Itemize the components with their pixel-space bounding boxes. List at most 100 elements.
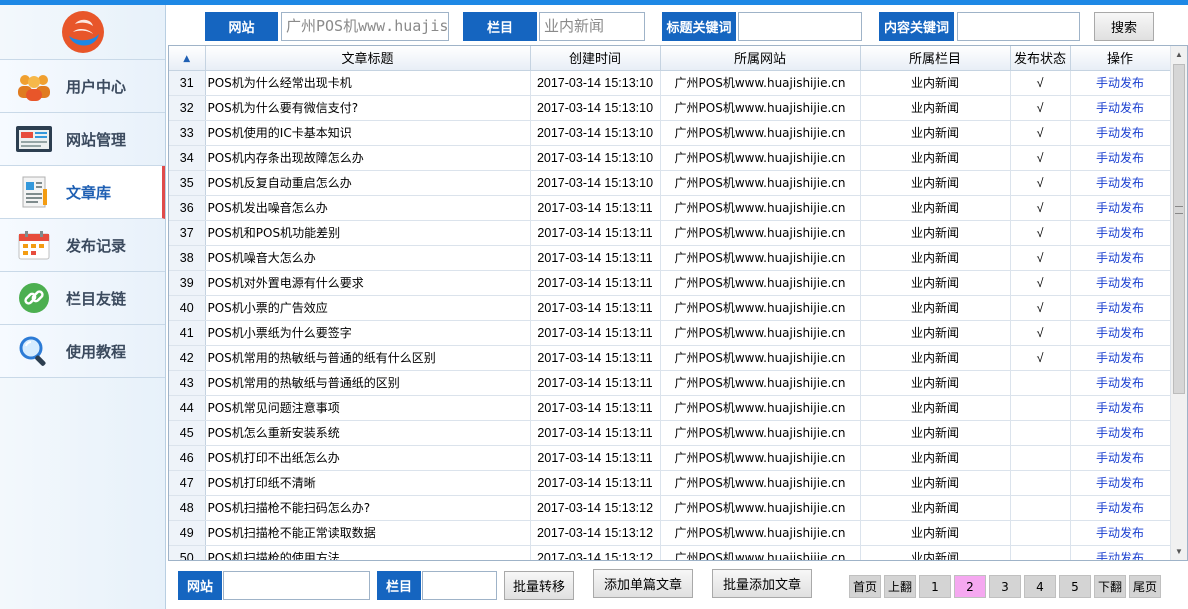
created-time: 2017-03-14 15:13:11 (530, 295, 661, 321)
created-time: 2017-03-14 15:13:11 (530, 195, 661, 221)
table-row[interactable]: 35 POS机反复自动重启怎么办 2017-03-14 15:13:10 广州POS机… (169, 170, 1171, 196)
page-1-button[interactable]: 1 (919, 575, 951, 598)
header-column[interactable]: 所属栏目 (860, 46, 1011, 71)
scroll-thumb[interactable] (1173, 64, 1185, 394)
table-row[interactable]: 31 POS机为什么经常出现卡机 2017-03-14 15:13:10 广州POS机… (169, 70, 1171, 96)
page-4-button[interactable]: 4 (1024, 575, 1056, 598)
article-title: POS机和POS机功能差别 (205, 220, 531, 246)
table-row[interactable]: 38 POS机噪音大怎么办 2017-03-14 15:13:11 广州POS机www… (169, 245, 1171, 271)
table-row[interactable]: 33 POS机使用的IC卡基本知识 2017-03-14 15:13:10 广州POS… (169, 120, 1171, 146)
row-number: 49 (169, 520, 206, 546)
content-keyword-input[interactable] (957, 12, 1080, 41)
publish-status: √ (1010, 295, 1071, 321)
manual-publish-link[interactable]: 手动发布 (1070, 245, 1171, 271)
sidebar-item-user-center[interactable]: 用户中心 (0, 60, 165, 113)
sidebar-item-publish-record[interactable]: 发布记录 (0, 219, 165, 272)
sidebar-item-article-library[interactable]: 文章库 (0, 166, 165, 219)
table-row[interactable]: 45 POS机怎么重新安装系统 2017-03-14 15:13:11 广州POS机w… (169, 420, 1171, 446)
title-keyword-input[interactable] (738, 12, 862, 41)
table-row[interactable]: 37 POS机和POS机功能差别 2017-03-14 15:13:11 广州POS机… (169, 220, 1171, 246)
scroll-up-icon[interactable]: ▲ (1171, 46, 1187, 63)
manual-publish-link[interactable]: 手动发布 (1070, 120, 1171, 146)
page-prev-button[interactable]: 上翻 (884, 575, 916, 598)
table-row[interactable]: 34 POS机内存条出现故障怎么办 2017-03-14 15:13:10 广州POS… (169, 145, 1171, 171)
table-row[interactable]: 46 POS机打印不出纸怎么办 2017-03-14 15:13:11 广州POS机w… (169, 445, 1171, 471)
manual-publish-link[interactable]: 手动发布 (1070, 545, 1171, 560)
article-title: POS机噪音大怎么办 (205, 245, 531, 271)
manual-publish-link[interactable]: 手动发布 (1070, 220, 1171, 246)
sidebar-item-website-management[interactable]: 网站管理 (0, 113, 165, 166)
header-created-time[interactable]: 创建时间 (530, 46, 661, 71)
article-title: POS机为什么要有微信支付? (205, 95, 531, 121)
manual-publish-link[interactable]: 手动发布 (1070, 70, 1171, 96)
header-title[interactable]: 文章标题 (205, 46, 531, 71)
manual-publish-link[interactable]: 手动发布 (1070, 345, 1171, 371)
created-time: 2017-03-14 15:13:11 (530, 345, 661, 371)
created-time: 2017-03-14 15:13:11 (530, 220, 661, 246)
table-row[interactable]: 48 POS机扫描枪不能扫码怎么办? 2017-03-14 15:13:12 广州PO… (169, 495, 1171, 521)
site-name: 广州POS机www.huajishijie.cn (660, 245, 861, 271)
manual-publish-link[interactable]: 手动发布 (1070, 170, 1171, 196)
manual-publish-link[interactable]: 手动发布 (1070, 195, 1171, 221)
add-single-article-button[interactable]: 添加单篇文章 (593, 569, 693, 598)
publish-status (1010, 520, 1071, 546)
manual-publish-link[interactable]: 手动发布 (1070, 520, 1171, 546)
logo-icon (61, 11, 104, 53)
table-row[interactable]: 44 POS机常见问题注意事项 2017-03-14 15:13:11 广州POS机w… (169, 395, 1171, 421)
article-title: POS机发出噪音怎么办 (205, 195, 531, 221)
manual-publish-link[interactable]: 手动发布 (1070, 370, 1171, 396)
manual-publish-link[interactable]: 手动发布 (1070, 470, 1171, 496)
header-status[interactable]: 发布状态 (1010, 46, 1071, 71)
header-site[interactable]: 所属网站 (660, 46, 861, 71)
sort-toggle[interactable]: ▲ (169, 46, 206, 71)
created-time: 2017-03-14 15:13:10 (530, 145, 661, 171)
sidebar-item-tutorial[interactable]: 使用教程 (0, 325, 165, 378)
search-button[interactable]: 搜索 (1094, 12, 1154, 41)
article-table: ▲ 文章标题 创建时间 所属网站 所属栏目 发布状态 操作 31 POS机为什么经… (168, 45, 1188, 561)
article-title: POS机小票纸为什么要签字 (205, 320, 531, 346)
batch-move-button[interactable]: 批量转移 (504, 571, 574, 600)
table-row[interactable]: 40 POS机小票的广告效应 2017-03-14 15:13:11 广州POS机ww… (169, 295, 1171, 321)
table-row[interactable]: 47 POS机打印纸不清晰 2017-03-14 15:13:11 广州POS机www… (169, 470, 1171, 496)
site-name: 广州POS机www.huajishijie.cn (660, 295, 861, 321)
column-filter-input[interactable]: 业内新闻 (539, 12, 645, 41)
page-last-button[interactable]: 尾页 (1129, 575, 1161, 598)
site-filter-input[interactable]: 广州POS机www.huajishijie.cn (281, 12, 449, 41)
header-action[interactable]: 操作 (1070, 46, 1171, 71)
manual-publish-link[interactable]: 手动发布 (1070, 145, 1171, 171)
manual-publish-link[interactable]: 手动发布 (1070, 95, 1171, 121)
page-3-button[interactable]: 3 (989, 575, 1021, 598)
table-row[interactable]: 43 POS机常用的热敏纸与普通纸的区别 2017-03-14 15:13:11 广州… (169, 370, 1171, 396)
publish-status: √ (1010, 195, 1071, 221)
page-2-button[interactable]: 2 (954, 575, 986, 598)
batch-site-input[interactable] (223, 571, 370, 600)
manual-publish-link[interactable]: 手动发布 (1070, 495, 1171, 521)
table-row[interactable]: 42 POS机常用的热敏纸与普通的纸有什么区别 2017-03-14 15:13:1… (169, 345, 1171, 371)
page-next-button[interactable]: 下翻 (1094, 575, 1126, 598)
table-row[interactable]: 32 POS机为什么要有微信支付? 2017-03-14 15:13:10 广州POS… (169, 95, 1171, 121)
manual-publish-link[interactable]: 手动发布 (1070, 270, 1171, 296)
manual-publish-link[interactable]: 手动发布 (1070, 420, 1171, 446)
page-first-button[interactable]: 首页 (849, 575, 881, 598)
sidebar-item-column-links[interactable]: 栏目友链 (0, 272, 165, 325)
page-5-button[interactable]: 5 (1059, 575, 1091, 598)
manual-publish-link[interactable]: 手动发布 (1070, 395, 1171, 421)
site-name: 广州POS机www.huajishijie.cn (660, 470, 861, 496)
batch-column-input[interactable] (422, 571, 497, 600)
table-body: 31 POS机为什么经常出现卡机 2017-03-14 15:13:10 广州POS机… (169, 70, 1171, 560)
manual-publish-link[interactable]: 手动发布 (1070, 295, 1171, 321)
scroll-down-icon[interactable]: ▼ (1171, 543, 1187, 560)
table-row[interactable]: 50 POS机扫描枪的使用方法 2017-03-14 15:13:12 广州POS机w… (169, 545, 1171, 560)
article-title: POS机常用的热敏纸与普通纸的区别 (205, 370, 531, 396)
table-row[interactable]: 36 POS机发出噪音怎么办 2017-03-14 15:13:11 广州POS机ww… (169, 195, 1171, 221)
site-name: 广州POS机www.huajishijie.cn (660, 270, 861, 296)
table-row[interactable]: 39 POS机对外置电源有什么要求 2017-03-14 15:13:11 广州POS… (169, 270, 1171, 296)
table-row[interactable]: 41 POS机小票纸为什么要签字 2017-03-14 15:13:11 广州POS机… (169, 320, 1171, 346)
table-row[interactable]: 49 POS机扫描枪不能正常读取数据 2017-03-14 15:13:12 广州PO… (169, 520, 1171, 546)
row-number: 44 (169, 395, 206, 421)
vertical-scrollbar[interactable]: ▲ ▼ (1170, 46, 1187, 560)
manual-publish-link[interactable]: 手动发布 (1070, 445, 1171, 471)
column-name: 业内新闻 (860, 320, 1011, 346)
manual-publish-link[interactable]: 手动发布 (1070, 320, 1171, 346)
batch-add-articles-button[interactable]: 批量添加文章 (712, 569, 812, 598)
